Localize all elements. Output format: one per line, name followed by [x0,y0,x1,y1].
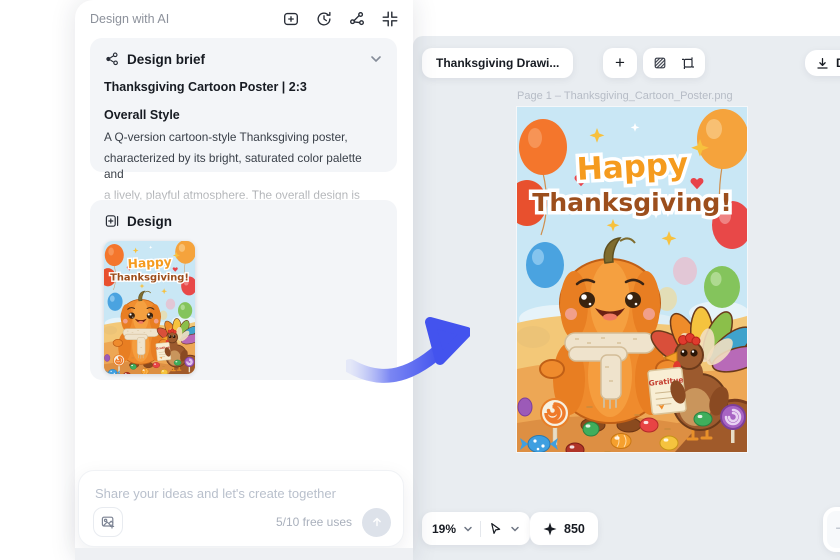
sparkle-icon [543,522,557,535]
prompt-input[interactable] [95,486,387,501]
zoom-control[interactable]: 19% [422,512,531,545]
download-icon [817,57,828,69]
design-thumbnail-art [104,241,195,374]
brief-body-line: A Q-version cartoon-style Thanksgiving p… [104,130,348,144]
crop-icon[interactable] [680,55,696,71]
divider [480,520,482,537]
brief-title: Thanksgiving Cartoon Poster | 2:3 [104,80,307,94]
panel-title: Design with AI [90,12,170,26]
brief-section-heading: Overall Style [104,108,180,122]
canvas-tab-label: Thanksgiving Drawi... [436,56,560,70]
canvas-tab[interactable]: Thanksgiving Drawi... [422,48,574,78]
panel-footer [75,548,413,560]
zoom-level[interactable]: 19% [432,522,456,536]
brief-body-line: characterized by its bright, saturated c… [104,151,362,181]
brief-nodes-icon [106,52,118,66]
plus-icon: + [835,518,840,541]
corner-add-button[interactable]: + [823,507,840,552]
canvas-tools [643,48,705,78]
free-uses-counter: 5/10 free uses [275,515,352,529]
design-brief-label: Design brief [127,51,206,67]
share-icon[interactable] [348,10,366,28]
download-label: D [836,56,840,70]
chevron-down-icon[interactable] [510,524,520,534]
attach-image-button[interactable] [93,507,123,537]
send-button[interactable] [362,507,391,537]
page-caption[interactable]: Page 1 – Thanksgiving_Cartoon_Poster.png [517,90,733,102]
chevron-down-icon[interactable] [369,52,383,66]
panel-header: Design with AI [90,8,399,30]
chevron-down-icon[interactable] [463,524,473,534]
header-actions [282,10,399,28]
composer-actions: 5/10 free uses [93,507,391,537]
app-window: Thanksgiving Drawi... + D Page 1 – Thank… [0,0,840,560]
collapse-icon[interactable] [381,10,399,28]
credits-count: 850 [564,521,585,536]
arrow-up-icon [372,517,381,527]
poster-image[interactable] [517,107,747,452]
image-add-icon [101,516,115,529]
ai-chat-panel: Design with AI Design brief Thanksgiving… [75,0,413,560]
design-canvas[interactable]: Thanksgiving Drawi... + D Page 1 – Thank… [413,36,840,560]
design-result-card: Design [90,200,397,380]
cursor-tool-icon[interactable] [488,521,503,536]
design-artboard-icon [105,215,119,227]
download-button[interactable]: D [805,50,840,76]
pattern-fill-icon[interactable] [652,55,668,71]
history-icon[interactable] [315,10,333,28]
add-page-button[interactable]: + [603,48,637,78]
new-chat-icon[interactable] [282,10,300,28]
design-card-header: Design [104,213,383,229]
credits-badge[interactable]: 850 [530,512,598,545]
design-brief-header[interactable]: Design brief [104,51,383,67]
plus-icon: + [615,53,625,72]
prompt-composer[interactable]: 5/10 free uses [78,470,404,547]
poster-artwork [517,107,747,452]
design-card-label: Design [127,213,173,229]
design-thumbnail[interactable] [104,241,195,374]
design-brief-card[interactable]: Design brief Thanksgiving Cartoon Poster… [90,38,397,218]
